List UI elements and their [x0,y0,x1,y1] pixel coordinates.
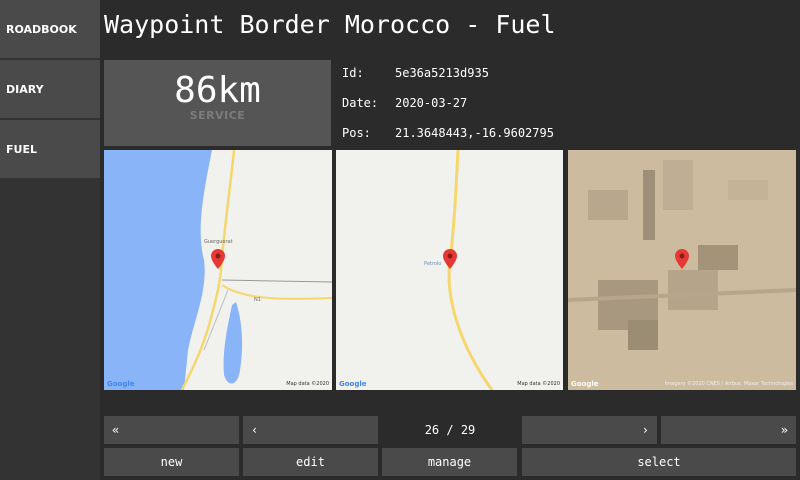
distance-value: 86km [174,70,261,111]
map-local[interactable]: Petrolo Google Map data ©2020 [336,150,563,390]
map-place-label: Petrolo [424,261,442,267]
manage-button[interactable]: manage [382,448,517,476]
google-logo: Google [107,380,135,388]
page-title: Waypoint Border Morocco - Fuel [104,10,556,39]
sidebar-item-label: DIARY [6,82,44,96]
sidebar-item-diary[interactable]: DIARY [0,60,100,118]
position-label: Pos: [342,126,371,140]
map-regional-graphic [104,150,332,390]
map-attribution: Map data ©2020 [517,381,560,387]
sidebar-item-roadbook[interactable]: ROADBOOK [0,0,100,58]
page-indicator: 26 / 29 [424,423,476,437]
map-attribution: Imagery ©2020 CNES / Airbus, Maxar Techn… [664,381,793,387]
map-satellite-graphic [568,150,796,390]
next-page-button[interactable]: › [522,416,657,444]
chevron-right-icon: › [641,423,649,437]
location-marker-icon [675,249,689,269]
sidebar-item-label: ROADBOOK [6,22,77,36]
double-chevron-right-icon: » [780,423,788,437]
distance-label: SERVICE [189,109,246,122]
sidebar: ROADBOOK DIARY FUEL [0,0,100,480]
location-marker-icon [211,249,225,269]
position-value: 21.3648443,-16.9602795 [395,126,554,140]
previous-page-button[interactable]: ‹ [243,416,378,444]
map-road-label: N1 [254,297,261,303]
google-logo: Google [571,380,599,388]
distance-panel: 86km SERVICE [104,60,331,146]
edit-button[interactable]: edit [243,448,378,476]
first-page-button[interactable]: « [104,416,239,444]
map-attribution: Map data ©2020 [286,381,329,387]
sidebar-item-label: FUEL [6,142,37,156]
select-button[interactable]: select [522,448,796,476]
map-local-graphic [447,150,494,390]
id-label: Id: [342,66,364,80]
id-value: 5e36a5213d935 [395,66,489,80]
google-logo: Google [339,380,367,388]
date-label: Date: [342,96,379,110]
last-page-button[interactable]: » [661,416,796,444]
location-marker-icon [443,249,457,269]
new-button[interactable]: new [104,448,239,476]
sidebar-item-fuel[interactable]: FUEL [0,120,100,178]
chevron-left-icon: ‹ [251,423,259,437]
map-satellite[interactable]: Google Imagery ©2020 CNES / Airbus, Maxa… [568,150,796,390]
map-regional[interactable]: Guerguerat N1 Google Map data ©2020 [104,150,332,390]
date-value: 2020-03-27 [395,96,468,110]
map-place-label: Guerguerat [204,239,233,245]
double-chevron-left-icon: « [112,423,120,437]
